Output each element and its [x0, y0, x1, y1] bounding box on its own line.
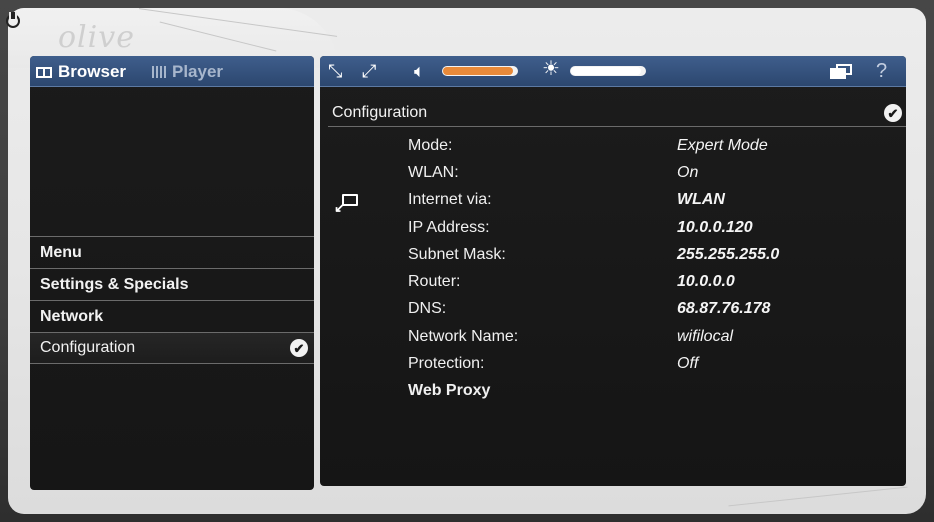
config-row-value: 68.87.76.178 — [677, 300, 771, 318]
brightness-slider[interactable] — [570, 66, 646, 76]
config-row-label: IP Address: — [408, 218, 490, 236]
config-row-value: Expert Mode — [677, 136, 768, 154]
title-divider — [328, 126, 906, 127]
tab-browser-label: Browser — [58, 62, 127, 81]
config-row: IP Address: 10.0.0.120 — [408, 214, 888, 241]
tab-player[interactable]: Player — [152, 62, 223, 82]
config-row-label: Subnet Mask: — [408, 245, 506, 263]
shrink-arrows-icon[interactable]: ⤡ — [328, 61, 342, 81]
config-row-value: Off — [677, 355, 699, 373]
power-icon[interactable] — [6, 12, 20, 28]
config-row-label: Web Proxy — [408, 382, 491, 400]
tab-browser[interactable]: Browser — [36, 62, 126, 82]
menu-item-label: Network — [40, 307, 104, 325]
config-row-value: wifilocal — [677, 327, 734, 345]
browser-icon — [36, 66, 52, 78]
config-rows: Mode: Expert Mode WLAN: On Internet via: WLAN… — [408, 132, 888, 405]
checkmark-icon: ✔ — [290, 339, 308, 357]
brightness-slider-fill — [571, 67, 641, 75]
right-panel: ⤡ ⤢ 🔈︎ ☀ ? Configuration ✔ ↙ Mode: Expert… — [320, 56, 906, 486]
config-row: DNS: 68.87.76.178 — [408, 296, 888, 323]
menu-item-label: Settings & Specials — [40, 275, 189, 293]
help-icon[interactable]: ? — [876, 60, 887, 83]
config-row: Internet via: WLAN — [408, 187, 888, 214]
config-row-label: Mode: — [408, 136, 453, 154]
tab-player-label: Player — [172, 62, 224, 81]
config-row-value: WLAN — [677, 191, 725, 209]
frame-decor-line — [728, 486, 908, 507]
config-row: Mode: Expert Mode — [408, 132, 888, 159]
menu-item-label: Configuration — [40, 339, 136, 356]
volume-icon[interactable]: 🔈︎ — [414, 61, 425, 81]
config-row: Router: 10.0.0.0 — [408, 268, 888, 295]
right-panel-header: ⤡ ⤢ 🔈︎ ☀ ? — [320, 56, 906, 87]
network-config-icon: ↙ — [334, 194, 360, 214]
expand-arrows-icon[interactable]: ⤢ — [362, 61, 376, 81]
config-row-value: 10.0.0.0 — [677, 273, 735, 291]
config-row: WLAN: On — [408, 159, 888, 186]
config-row[interactable]: Web Proxy — [408, 378, 888, 405]
player-icon — [152, 66, 166, 78]
left-panel-header: Browser Player — [30, 56, 314, 87]
menu-item-configuration[interactable]: Configuration ✔ — [30, 332, 314, 364]
checkmark-icon[interactable]: ✔ — [884, 104, 902, 122]
config-row-value: On — [677, 163, 699, 181]
config-row-value: 255.255.255.0 — [677, 245, 780, 263]
config-row-label: Router: — [408, 273, 461, 291]
config-row-label: Protection: — [408, 355, 485, 373]
brightness-icon[interactable]: ☀ — [542, 59, 560, 79]
windows-icon[interactable] — [830, 64, 852, 79]
config-row-label: DNS: — [408, 300, 447, 318]
volume-slider[interactable] — [442, 66, 518, 76]
config-row-label: Internet via: — [408, 191, 492, 209]
config-row: Network Name: wifilocal — [408, 323, 888, 350]
menu-item-label: Menu — [40, 243, 82, 261]
menu-list: Menu Settings & Specials Network Configu… — [30, 236, 314, 364]
config-row-label: WLAN: — [408, 163, 459, 181]
menu-item-settings-specials[interactable]: Settings & Specials — [30, 268, 314, 300]
config-row-value: 10.0.0.120 — [677, 218, 753, 236]
config-row: Protection: Off — [408, 350, 888, 377]
volume-slider-fill — [443, 67, 513, 75]
page-title: Configuration — [332, 104, 428, 121]
olive-logo: olive — [58, 20, 135, 55]
menu-item-menu[interactable]: Menu — [30, 236, 314, 268]
left-panel: Browser Player Menu Settings & Specials … — [30, 56, 314, 490]
config-row-label: Network Name: — [408, 327, 519, 345]
menu-item-network[interactable]: Network — [30, 300, 314, 332]
config-row: Subnet Mask: 255.255.255.0 — [408, 241, 888, 268]
